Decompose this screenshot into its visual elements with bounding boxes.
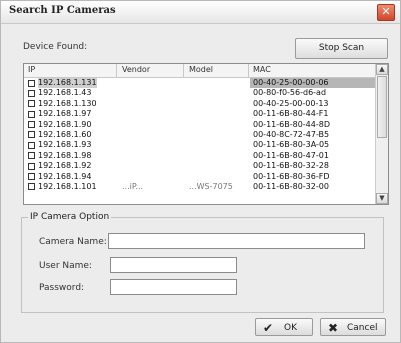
- row-checkbox[interactable]: [28, 121, 35, 129]
- row-checkbox[interactable]: [28, 131, 35, 139]
- row-checkbox[interactable]: [28, 110, 35, 118]
- row-mac: 00-11-6B-80-32-28: [253, 161, 329, 171]
- row-mac: 00-11-6B-80-36-FD: [253, 171, 330, 181]
- row-ip: 192.168.1.97: [38, 109, 92, 119]
- list-header: IP Vendor Model MAC: [24, 64, 375, 78]
- row-ip: 192.168.1.43: [38, 88, 92, 98]
- camera-name-label: Camera Name:: [39, 237, 107, 247]
- row-ip: 192.168.1.90: [38, 119, 92, 129]
- column-header-model[interactable]: Model: [189, 65, 213, 74]
- row-mac: 00-11-6B-80-3A-05: [253, 140, 330, 150]
- search-ip-cameras-dialog: Search IP Cameras ✕ Device Found: Stop S…: [0, 0, 401, 343]
- table-row[interactable]: 192.168.1.92 00-11-6B-80-32-28: [24, 161, 375, 171]
- column-header-vendor[interactable]: Vendor: [122, 65, 150, 74]
- chevron-up-icon: ▲: [379, 65, 385, 73]
- user-name-input[interactable]: [110, 257, 237, 273]
- row-ip: 192.168.1.101: [38, 181, 97, 191]
- column-header-ip[interactable]: IP: [28, 65, 35, 74]
- check-icon: ✔: [263, 321, 274, 335]
- table-row[interactable]: 192.168.1.94 00-11-6B-80-36-FD: [24, 172, 375, 182]
- password-input[interactable]: [110, 279, 237, 295]
- row-ip: 192.168.1.60: [38, 129, 92, 139]
- row-checkbox[interactable]: [28, 183, 35, 191]
- user-name-label: User Name:: [39, 261, 92, 271]
- row-ip: 192.168.1.93: [38, 140, 92, 150]
- row-checkbox[interactable]: [28, 141, 35, 149]
- stop-scan-button[interactable]: Stop Scan: [295, 38, 388, 59]
- row-checkbox[interactable]: [28, 173, 35, 181]
- row-ip: 192.168.1.98: [38, 150, 92, 160]
- row-vendor: ...iP...: [122, 181, 144, 191]
- device-found-label: Device Found:: [23, 42, 88, 52]
- column-divider[interactable]: [183, 64, 184, 77]
- cancel-button[interactable]: ✖ Cancel: [320, 318, 386, 336]
- scrollbar-thumb[interactable]: [377, 76, 387, 138]
- password-label: Password:: [39, 283, 85, 293]
- row-checkbox[interactable]: [28, 100, 35, 108]
- ok-label: OK: [284, 323, 297, 333]
- row-checkbox[interactable]: [28, 79, 35, 87]
- close-button[interactable]: ✕: [377, 4, 395, 21]
- row-ip: 192.168.1.131: [38, 78, 97, 89]
- table-row[interactable]: 192.168.1.97 00-11-6B-80-44-F1: [24, 109, 375, 119]
- row-mac: 00-40-25-00-00-13: [253, 98, 329, 108]
- column-divider[interactable]: [248, 64, 249, 77]
- column-header-mac[interactable]: MAC: [253, 65, 271, 74]
- x-icon: ✖: [328, 321, 339, 335]
- table-row[interactable]: 192.168.1.90 00-11-6B-80-44-8D: [24, 120, 375, 130]
- table-row[interactable]: 192.168.1.130 00-40-25-00-00-13: [24, 99, 375, 109]
- row-mac: 00-11-6B-80-44-8D: [253, 119, 330, 129]
- device-rows: 192.168.1.131 00-40-25-00-00-06 192.168.…: [24, 78, 375, 192]
- table-row[interactable]: 192.168.1.60 00-40-8C-72-47-B5: [24, 130, 375, 140]
- table-row[interactable]: 192.168.1.93 00-11-6B-80-3A-05: [24, 140, 375, 150]
- row-mac: 00-80-f0-56-d6-ad: [253, 88, 327, 98]
- table-row[interactable]: 192.168.1.43 00-80-f0-56-d6-ad: [24, 88, 375, 98]
- row-mac: 00-40-8C-72-47-B5: [253, 129, 330, 139]
- vertical-scrollbar[interactable]: ▲ ▼: [375, 64, 388, 204]
- row-mac: 00-11-6B-80-32-00: [253, 181, 329, 191]
- ok-button[interactable]: ✔ OK: [255, 318, 313, 336]
- scroll-up-button[interactable]: ▲: [376, 64, 388, 75]
- table-row[interactable]: 192.168.1.101 ...iP... ...WS-7075 00-11-…: [24, 182, 375, 192]
- camera-name-input[interactable]: [108, 233, 365, 249]
- table-row[interactable]: 192.168.1.98 00-11-6B-80-47-01: [24, 151, 375, 161]
- row-model: ...WS-7075: [189, 181, 233, 191]
- row-checkbox[interactable]: [28, 89, 35, 97]
- table-row[interactable]: 192.168.1.131 00-40-25-00-00-06: [24, 78, 375, 89]
- row-ip: 192.168.1.130: [38, 98, 97, 108]
- row-mac: 00-40-25-00-00-06: [253, 78, 329, 87]
- row-ip: 192.168.1.92: [38, 161, 92, 171]
- chevron-down-icon: ▼: [379, 194, 385, 202]
- cancel-label: Cancel: [347, 323, 378, 333]
- device-list[interactable]: IP Vendor Model MAC 192.168.1.131 00-40-…: [23, 63, 389, 205]
- close-icon: ✕: [381, 5, 391, 18]
- row-ip: 192.168.1.94: [38, 171, 92, 181]
- row-checkbox[interactable]: [28, 162, 35, 170]
- column-divider[interactable]: [116, 64, 117, 77]
- row-mac: 00-11-6B-80-47-01: [253, 150, 329, 160]
- group-title: IP Camera Option: [28, 212, 112, 222]
- title-bar: Search IP Cameras ✕: [1, 1, 400, 24]
- scroll-down-button[interactable]: ▼: [376, 193, 388, 204]
- row-checkbox[interactable]: [28, 152, 35, 160]
- row-mac: 00-11-6B-80-44-F1: [253, 109, 329, 119]
- window-title: Search IP Cameras: [9, 5, 116, 16]
